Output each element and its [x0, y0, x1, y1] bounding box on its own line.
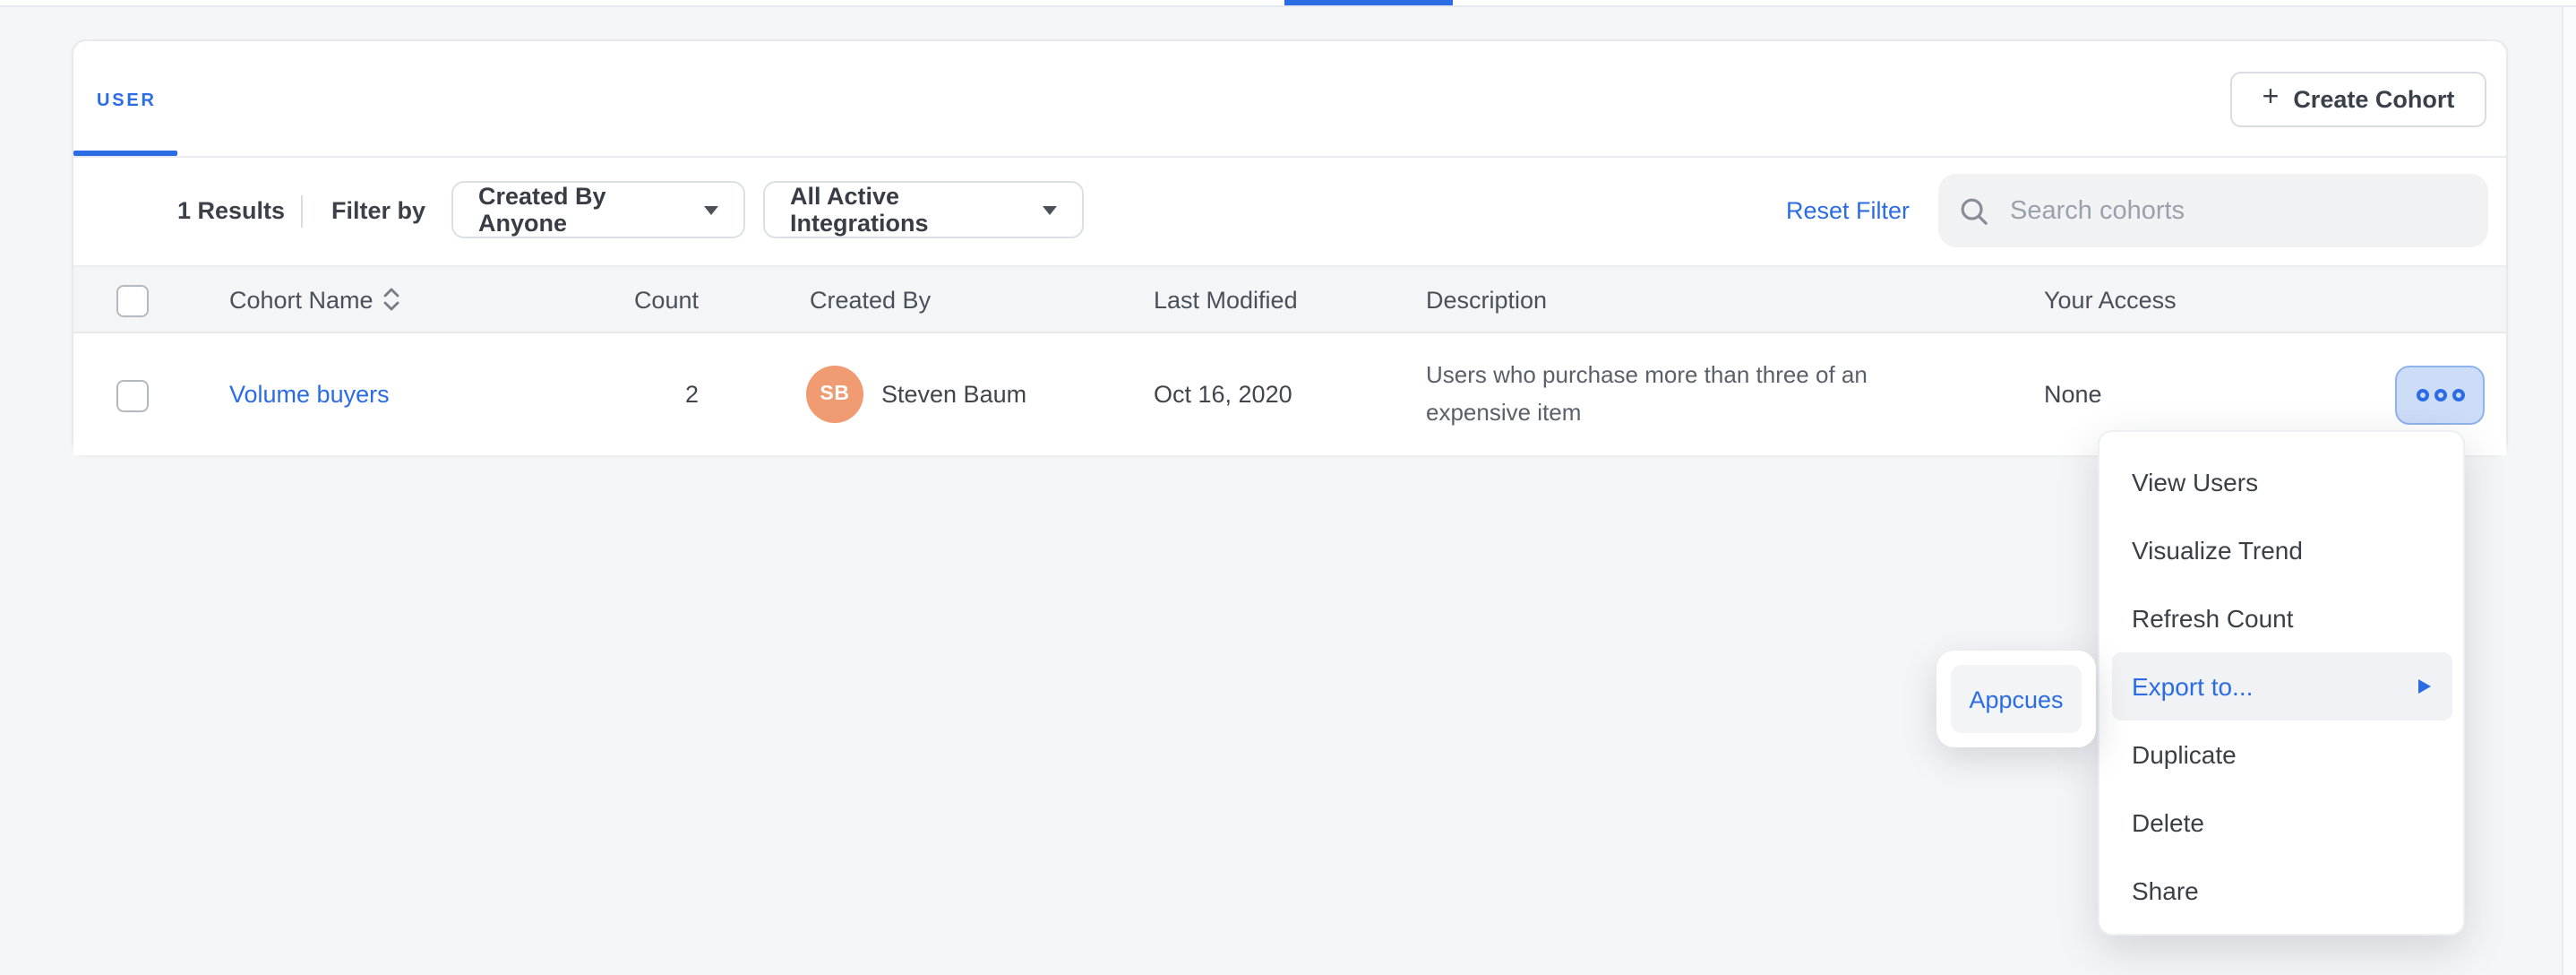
filter-by-label: Filter by	[331, 156, 425, 265]
export-submenu: Appcues	[1936, 651, 2096, 747]
your-access-value: None	[2044, 381, 2102, 408]
cohorts-page: USER + Create Cohort 1 Results Filter by…	[0, 0, 2576, 975]
cohort-description: Users who purchase more than three of an…	[1426, 358, 1892, 431]
select-all-checkbox[interactable]	[116, 285, 148, 316]
menu-item-refresh-count[interactable]: Refresh Count	[2099, 584, 2463, 652]
chevron-down-icon	[1043, 205, 1057, 214]
cohort-name-header-label: Cohort Name	[229, 287, 374, 314]
menu-item-view-users[interactable]: View Users	[2099, 448, 2463, 516]
menu-item-visualize-trend[interactable]: Visualize Trend	[2099, 516, 2463, 584]
submenu-item-appcues[interactable]: Appcues	[1951, 665, 2082, 733]
tab-user[interactable]: USER	[97, 91, 157, 111]
row-checkbox[interactable]	[116, 380, 148, 411]
column-header-last-modified: Last Modified	[1154, 267, 1298, 335]
menu-item-delete[interactable]: Delete	[2099, 789, 2463, 857]
column-header-created-by: Created By	[810, 267, 931, 335]
create-cohort-button[interactable]: + Create Cohort	[2230, 72, 2486, 127]
cohorts-card: USER + Create Cohort 1 Results Filter by…	[72, 39, 2508, 455]
created-by-name: Steven Baum	[881, 381, 1026, 408]
export-to-label: Export to...	[2132, 672, 2253, 701]
search-icon	[1960, 196, 1988, 225]
column-header-description: Description	[1426, 267, 1547, 335]
card-tab-bar: USER + Create Cohort	[73, 41, 2506, 158]
menu-item-duplicate[interactable]: Duplicate	[2099, 720, 2463, 789]
table-header-row: Cohort Name Count Created By Last Modifi…	[73, 265, 2506, 333]
filter-bar: 1 Results Filter by Created By Anyone Al…	[73, 156, 2506, 265]
submenu-arrow-icon	[2418, 678, 2431, 693]
reset-filter-link[interactable]: Reset Filter	[1786, 156, 1910, 265]
more-options-button[interactable]	[2395, 366, 2485, 425]
more-options-icon	[2451, 389, 2464, 401]
active-nav-tab-indicator	[1284, 0, 1453, 5]
avatar: SB	[806, 366, 863, 423]
more-options-icon	[2434, 389, 2446, 401]
row-context-menu: View Users Visualize Trend Refresh Count…	[2098, 430, 2465, 936]
integrations-dropdown-label: All Active Integrations	[790, 183, 1025, 237]
column-header-cohort-name[interactable]: Cohort Name	[229, 267, 400, 335]
chevron-down-icon	[704, 205, 718, 214]
cohort-name-link[interactable]: Volume buyers	[229, 381, 390, 408]
divider	[301, 195, 303, 228]
scrollbar[interactable]	[2562, 7, 2576, 975]
more-options-icon	[2416, 389, 2428, 401]
menu-item-export-to[interactable]: Export to...	[2112, 652, 2452, 720]
search-input[interactable]	[2006, 194, 2443, 227]
cohort-count: 2	[446, 381, 699, 408]
results-count: 1 Results	[177, 156, 285, 265]
column-header-count: Count	[446, 267, 699, 335]
top-nav-strip	[0, 0, 2576, 7]
created-by-dropdown[interactable]: Created By Anyone	[451, 181, 745, 238]
menu-item-share[interactable]: Share	[2099, 857, 2463, 925]
created-by-dropdown-label: Created By Anyone	[478, 183, 686, 237]
integrations-dropdown[interactable]: All Active Integrations	[763, 181, 1084, 238]
last-modified-date: Oct 16, 2020	[1154, 381, 1292, 408]
create-cohort-label: Create Cohort	[2293, 86, 2454, 113]
plus-icon: +	[2263, 84, 2280, 113]
column-header-your-access: Your Access	[2044, 267, 2177, 335]
sort-icon[interactable]	[384, 271, 400, 337]
search-box[interactable]	[1938, 174, 2488, 247]
